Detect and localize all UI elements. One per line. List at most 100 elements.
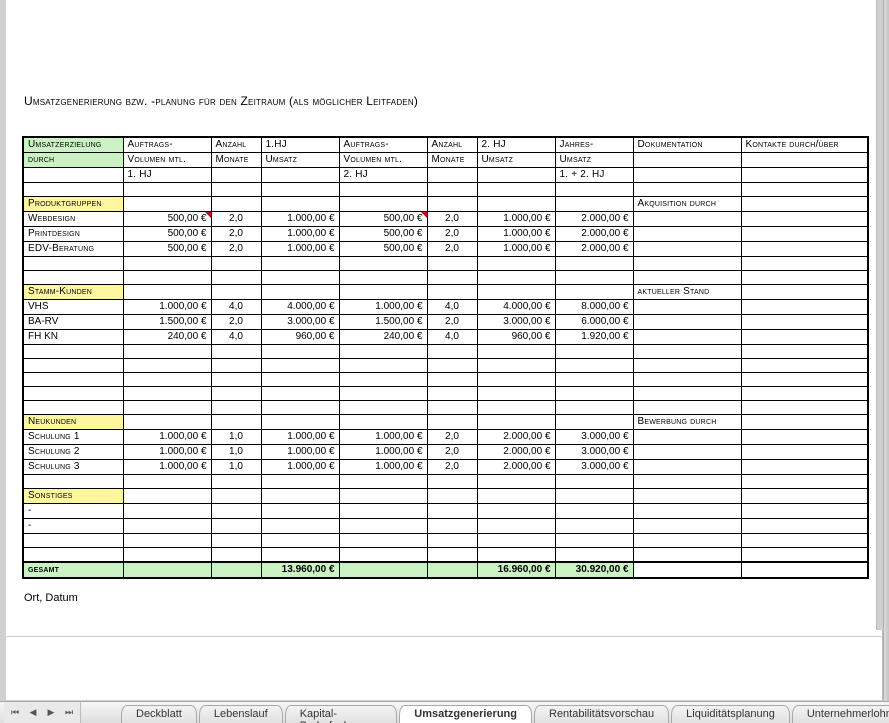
cell[interactable] [23,387,123,401]
cell[interactable] [741,519,868,534]
cell[interactable] [427,257,477,271]
cell[interactable] [477,285,555,300]
section-sonstiges[interactable]: Sonstiges [23,489,123,504]
cell-value[interactable]: 1.000,00 € [261,227,339,242]
cell-value[interactable]: 2.000,00 € [477,430,555,445]
cell[interactable] [427,504,477,519]
cell[interactable] [555,183,633,197]
cell[interactable] [427,373,477,387]
cell-value[interactable]: 2.000,00 € [477,445,555,460]
cell[interactable] [477,197,555,212]
cell[interactable] [123,548,211,562]
cell[interactable] [261,359,339,373]
cell[interactable] [741,460,868,475]
cell[interactable] [339,519,427,534]
cell[interactable] [211,562,261,578]
cell-value[interactable]: 3.000,00 € [555,460,633,475]
cell[interactable] [261,519,339,534]
hdr-umsatz-j[interactable]: Umsatz [555,153,633,168]
cell[interactable] [261,504,339,519]
cell[interactable] [123,345,211,359]
cell-value[interactable]: 1.000,00 € [123,460,211,475]
cell[interactable] [741,430,868,445]
section-neukunden[interactable]: Neukunden [23,415,123,430]
cell-value[interactable]: 1.000,00 € [339,460,427,475]
cell[interactable] [555,387,633,401]
hdr-12hj-sub[interactable]: 1. + 2. HJ [555,168,633,183]
cell-value[interactable]: 1.000,00 € [477,212,555,227]
cell[interactable] [741,562,868,578]
cell[interactable] [261,489,339,504]
hdr-jahres[interactable]: Jahres- [555,137,633,153]
cell[interactable] [23,359,123,373]
cell[interactable] [555,401,633,415]
cell[interactable] [211,345,261,359]
cell-value[interactable]: 500,00 € [123,212,211,227]
cell[interactable] [477,271,555,285]
cell[interactable] [741,330,868,345]
cell[interactable] [741,242,868,257]
cell[interactable] [427,519,477,534]
row-vhs[interactable]: VHS [23,300,123,315]
cell[interactable] [427,475,477,489]
cell-value[interactable]: 2.000,00 € [555,242,633,257]
cell[interactable] [23,401,123,415]
cell[interactable] [633,373,741,387]
cell[interactable] [261,534,339,548]
cell[interactable] [741,197,868,212]
total-u2[interactable]: 16.960,00 € [477,562,555,578]
cell[interactable] [427,183,477,197]
cell[interactable] [555,197,633,212]
cell[interactable] [261,401,339,415]
cell[interactable] [123,285,211,300]
cell-value[interactable]: 2,0 [427,430,477,445]
cell-value[interactable]: 2,0 [427,460,477,475]
hdr-monate-2[interactable]: Monate [427,153,477,168]
cell[interactable] [211,387,261,401]
cell[interactable] [477,519,555,534]
hdr-anzahl-2[interactable]: Anzahl [427,137,477,153]
cell[interactable] [741,212,868,227]
cell[interactable] [339,401,427,415]
cell[interactable] [427,285,477,300]
tab-deckblatt[interactable]: Deckblatt [121,705,197,723]
cell[interactable] [427,359,477,373]
cell-value[interactable]: 1,0 [211,445,261,460]
cell[interactable] [211,534,261,548]
cell-value[interactable]: 1.500,00 € [123,315,211,330]
cell[interactable] [741,445,868,460]
row-edvberatung[interactable]: EDV-Beratung [23,242,123,257]
cell[interactable] [555,285,633,300]
cell[interactable] [23,534,123,548]
cell-value[interactable]: 2,0 [211,315,261,330]
cell[interactable] [261,475,339,489]
cell[interactable] [339,285,427,300]
nav-next-icon[interactable]: ▶ [44,706,58,720]
hdr-1hj[interactable]: 1.HJ [261,137,339,153]
cell[interactable] [23,168,123,183]
cell[interactable] [477,415,555,430]
cell[interactable] [633,359,741,373]
cell[interactable] [741,534,868,548]
cell[interactable] [211,359,261,373]
cell-value[interactable]: 1.000,00 € [261,212,339,227]
cell[interactable] [741,387,868,401]
cell[interactable] [211,519,261,534]
cell-value[interactable]: 500,00 € [123,242,211,257]
cell[interactable] [23,257,123,271]
hdr-umsatz-2[interactable]: Umsatz [477,153,555,168]
cell[interactable] [123,519,211,534]
cell[interactable] [23,475,123,489]
cell[interactable] [477,489,555,504]
cell[interactable] [741,271,868,285]
cell[interactable] [633,300,741,315]
cell-value[interactable]: 2.000,00 € [555,227,633,242]
cell-value[interactable]: 1.000,00 € [261,242,339,257]
cell-value[interactable]: 500,00 € [339,212,427,227]
cell[interactable] [23,183,123,197]
cell[interactable] [633,153,741,168]
cell-value[interactable]: 3.000,00 € [555,445,633,460]
cell[interactable] [741,475,868,489]
cell[interactable] [339,257,427,271]
cell[interactable] [123,415,211,430]
